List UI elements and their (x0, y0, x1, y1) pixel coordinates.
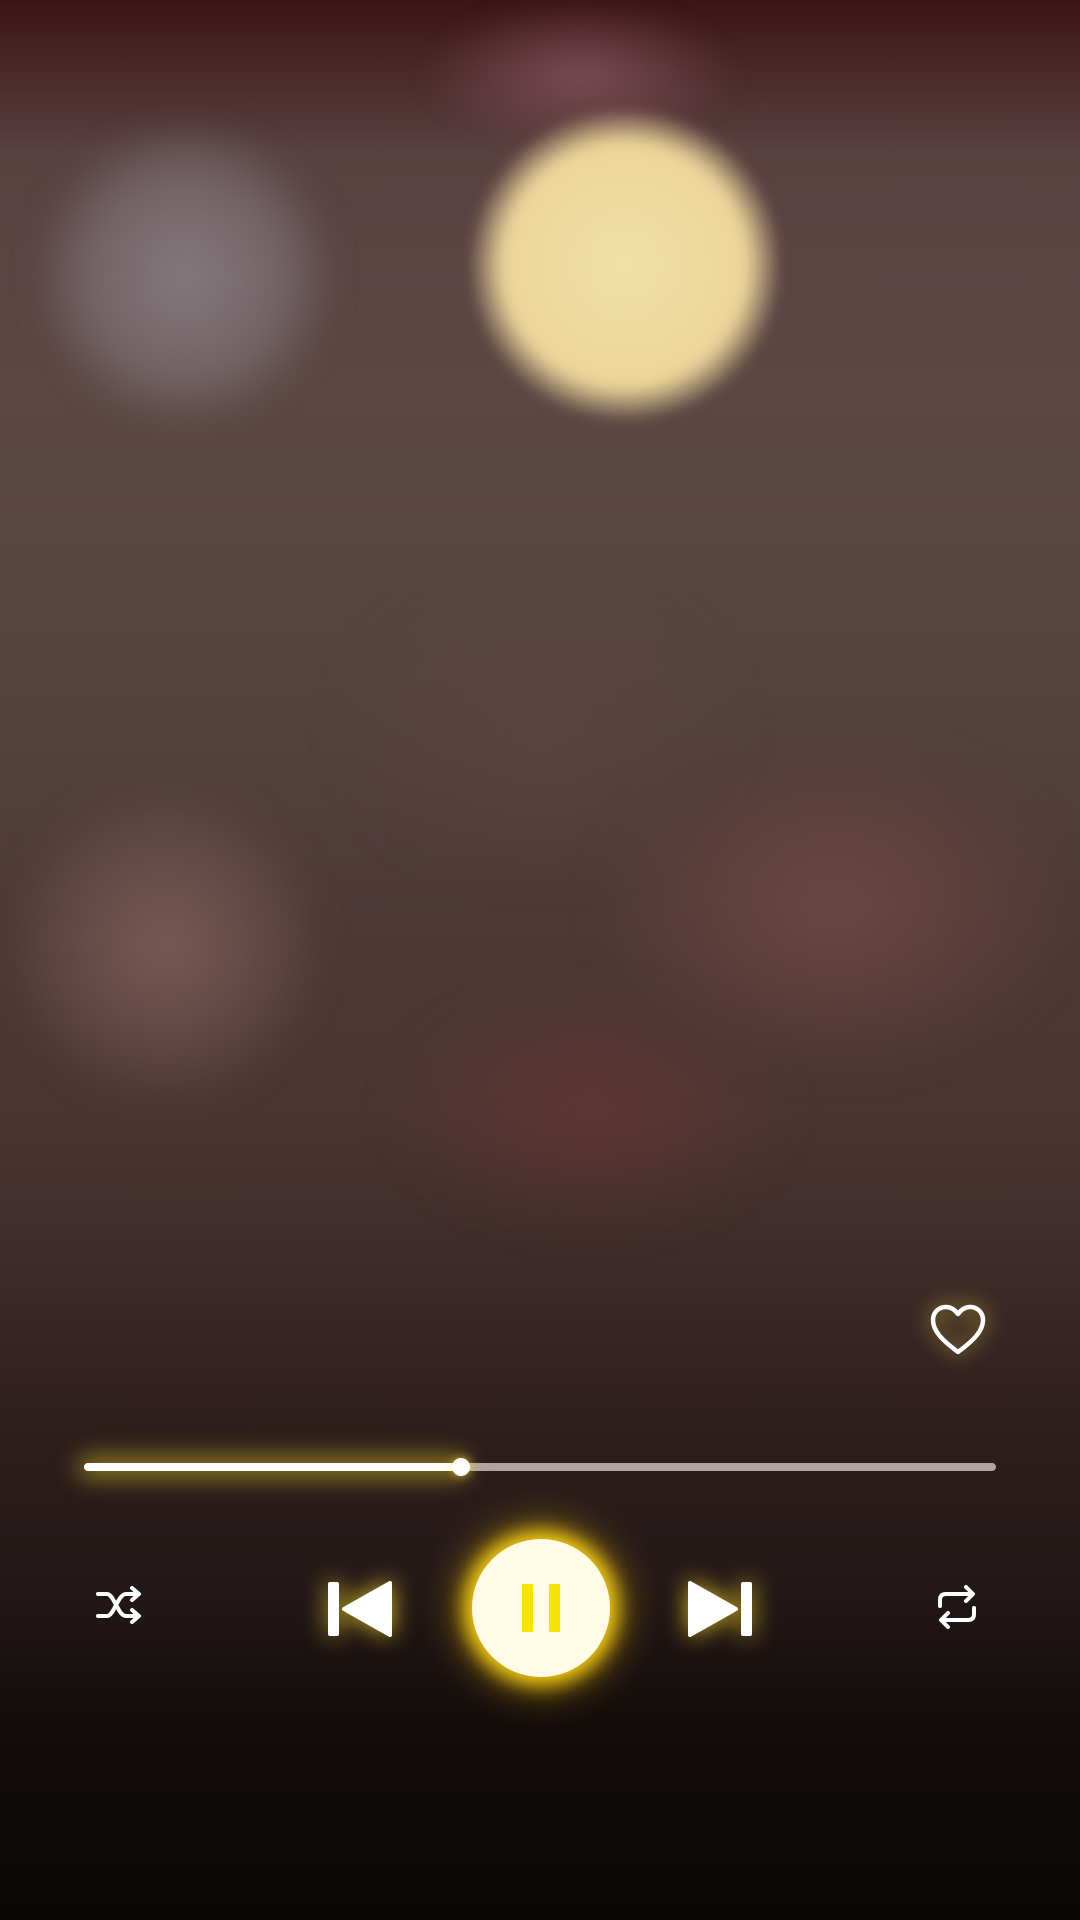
playback-progress-bar[interactable] (84, 1458, 996, 1476)
skip-next-icon (688, 1581, 752, 1637)
progress-scrubber-handle[interactable] (451, 1458, 470, 1476)
heart-outline-icon (930, 1304, 986, 1355)
bokeh-light (600, 740, 1070, 1070)
bokeh-light (30, 120, 340, 430)
bokeh-light (470, 110, 780, 420)
bokeh-light (420, 0, 740, 150)
bokeh-light (380, 980, 800, 1240)
previous-track-button[interactable] (326, 1579, 392, 1639)
music-player-screen (0, 0, 1080, 1920)
repeat-button[interactable] (932, 1582, 982, 1632)
skip-previous-icon (328, 1581, 392, 1637)
favorite-button[interactable] (928, 1302, 988, 1358)
repeat-icon (938, 1585, 976, 1629)
shuffle-icon (96, 1586, 141, 1624)
bokeh-light (330, 570, 750, 890)
pause-button[interactable] (472, 1539, 610, 1677)
progress-fill (84, 1463, 461, 1471)
shuffle-button[interactable] (94, 1580, 144, 1630)
next-track-button[interactable] (688, 1579, 754, 1639)
pause-icon-bar-right (549, 1584, 560, 1632)
bokeh-light (10, 780, 320, 1110)
pause-icon-bar-left (522, 1584, 533, 1632)
